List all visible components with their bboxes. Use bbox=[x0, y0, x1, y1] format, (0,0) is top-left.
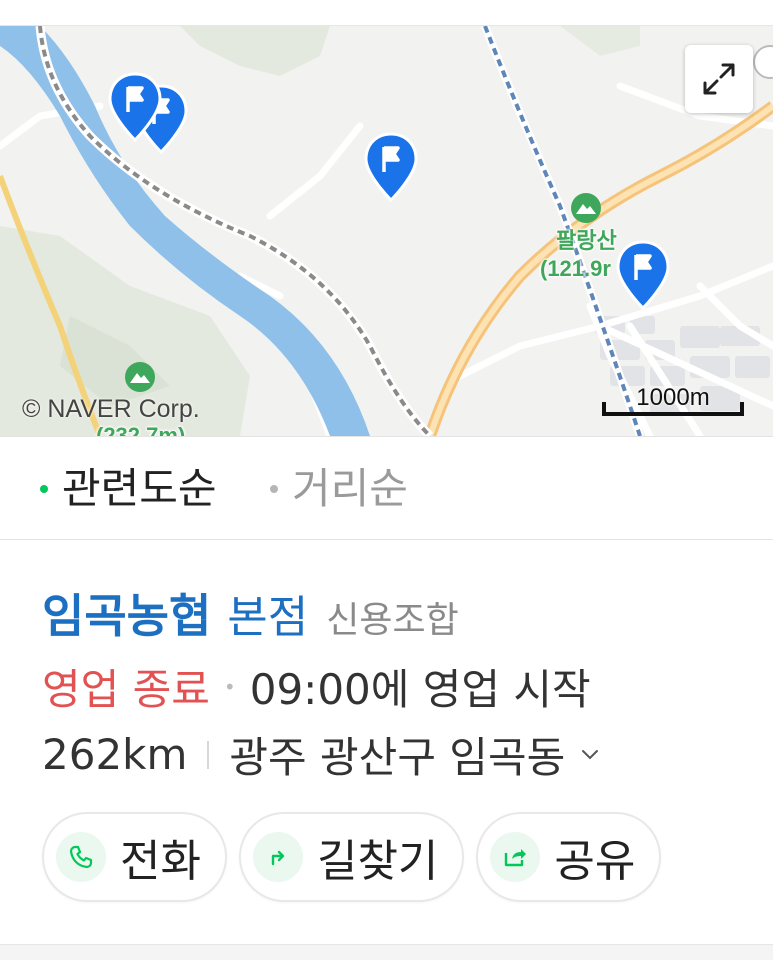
place-result[interactable]: 임곡농협 본점 신용조합 영업 종료 • 09:00에 영업 시작 262km … bbox=[0, 540, 773, 945]
directions-icon bbox=[252, 832, 303, 882]
map-scale: 1000m bbox=[602, 384, 744, 420]
action-buttons: 전화 길찾기 공유 bbox=[42, 812, 662, 902]
status-closed: 영업 종료 bbox=[42, 665, 210, 714]
sort-dot bbox=[40, 485, 48, 493]
poi-elevation: (232.7m) bbox=[96, 423, 186, 437]
map-pin-icon[interactable] bbox=[106, 70, 164, 144]
address: 광주 광산구 임곡동 bbox=[229, 733, 566, 782]
poi-name: 팔랑산 bbox=[556, 228, 617, 253]
place-title-row: 임곡농협 본점 신용조합 bbox=[42, 580, 459, 646]
expand-map-button[interactable] bbox=[685, 45, 753, 113]
directions-button[interactable]: 길찾기 bbox=[238, 812, 465, 902]
divider bbox=[207, 740, 210, 769]
status-separator: • bbox=[223, 674, 236, 699]
place-category: 신용조합 bbox=[326, 600, 459, 641]
poi-elevation: (121.9r bbox=[540, 256, 611, 281]
map-copyright: © NAVER Corp. bbox=[22, 395, 200, 423]
call-button[interactable]: 전화 bbox=[42, 812, 227, 902]
address-row[interactable]: 262km 광주 광산구 임곡동 bbox=[42, 724, 599, 785]
place-name[interactable]: 임곡농협 bbox=[42, 580, 211, 646]
sort-option-label: 관련도순 bbox=[62, 464, 217, 513]
action-label: 공유 bbox=[554, 836, 636, 887]
map-view[interactable]: 팔랑산 (121.9r (232.7m) © NAVER Corp. 1000m bbox=[0, 26, 773, 436]
sort-option-distance[interactable]: 거리순 bbox=[270, 463, 408, 515]
map-pin-icon[interactable] bbox=[362, 130, 420, 204]
map-pin-icon[interactable] bbox=[614, 238, 672, 312]
sort-option-label: 거리순 bbox=[292, 464, 408, 513]
phone-icon bbox=[56, 832, 106, 882]
share-button[interactable]: 공유 bbox=[476, 812, 662, 902]
scale-bar bbox=[602, 402, 744, 416]
share-icon bbox=[490, 832, 541, 882]
sort-option-relevance[interactable]: 관련도순 bbox=[40, 463, 217, 515]
distance: 262km bbox=[42, 730, 188, 779]
business-status-row: 영업 종료 • 09:00에 영업 시작 bbox=[42, 656, 591, 717]
action-label: 전화 bbox=[120, 836, 201, 887]
mountain-icon bbox=[571, 193, 601, 223]
sort-dot bbox=[270, 485, 278, 493]
list-divider bbox=[0, 944, 773, 960]
top-bar bbox=[0, 0, 773, 26]
expand-icon bbox=[703, 63, 735, 95]
action-label: 길찾기 bbox=[316, 836, 439, 887]
mountain-icon bbox=[125, 362, 155, 392]
sort-bar: 관련도순 거리순 bbox=[0, 436, 773, 540]
status-opening-time: 09:00에 영업 시작 bbox=[249, 665, 591, 714]
chevron-down-icon[interactable] bbox=[581, 749, 599, 761]
place-branch[interactable]: 본점 bbox=[227, 581, 308, 645]
